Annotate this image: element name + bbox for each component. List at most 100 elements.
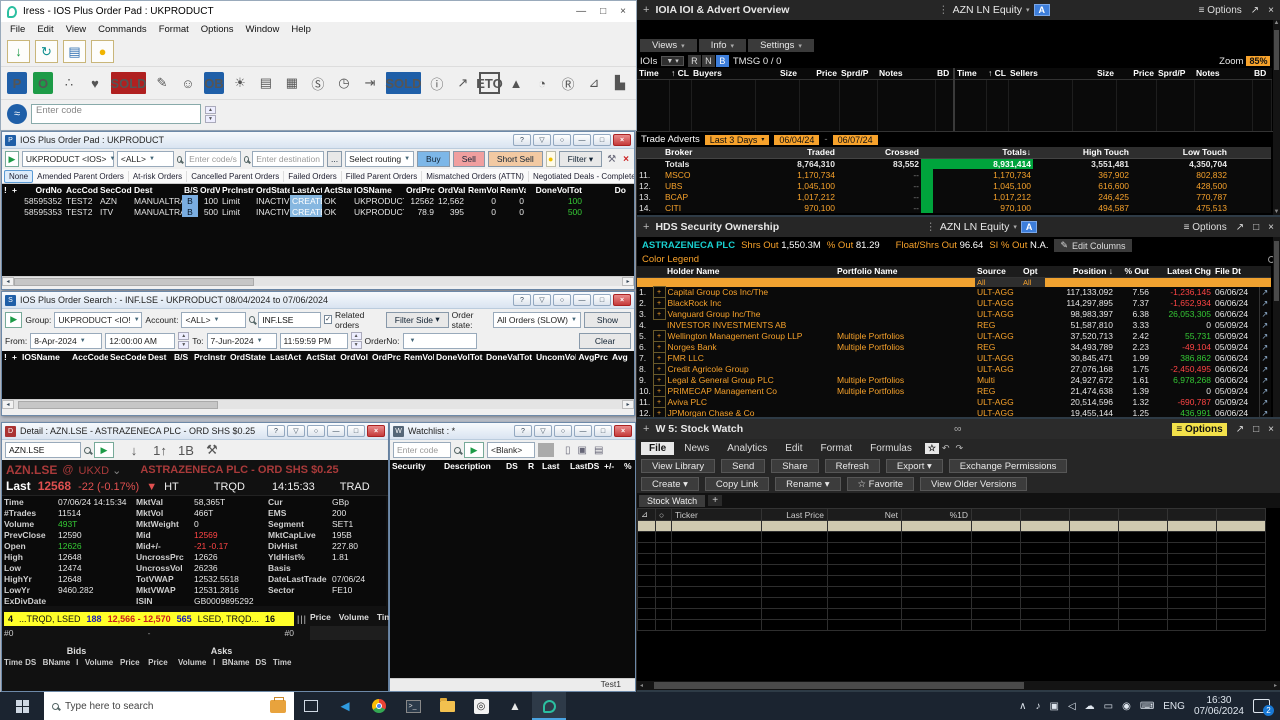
quote-strip[interactable]: 4 ...TRQD, LSED 188 12,566 - 12,570 565 …	[4, 612, 294, 626]
shade-button[interactable]: ▽	[534, 425, 552, 437]
clock-icon[interactable]: ◔	[532, 72, 552, 94]
tab[interactable]: Negotiated Deals - Completed	[529, 171, 634, 182]
tools-icon[interactable]: ⚒	[202, 439, 222, 461]
help-button[interactable]: ?	[513, 294, 531, 306]
buy-button[interactable]: Buy	[417, 151, 450, 167]
from-time-input[interactable]: 12:00:00 AM	[105, 332, 176, 349]
action-button[interactable]: Exchange Permissions	[948, 459, 1068, 473]
contacts-icon[interactable]: ☺	[178, 72, 198, 94]
screenshare-icon[interactable]: ▣	[1049, 701, 1058, 712]
new-list-icon[interactable]: ▯	[565, 445, 571, 456]
watch-icon[interactable]: ◷	[334, 72, 354, 94]
iress-spiral-icon[interactable]: Ⓢ	[308, 72, 328, 94]
minimize-button[interactable]: —	[574, 425, 592, 437]
from-time-stepper[interactable]: ▲ ▼	[178, 332, 190, 349]
expand-icon[interactable]: ↗	[1236, 222, 1244, 233]
detail-grid-row[interactable]: High 12648 UncrossPrc 12626 YldHist% 1.81	[2, 551, 386, 562]
action-button[interactable]: View Older Versions	[919, 477, 1028, 491]
range-select[interactable]: Last 3 Days ▾	[704, 134, 770, 145]
maximize-button[interactable]: □	[347, 425, 365, 437]
code-stepper[interactable]: ▲ ▼	[205, 105, 216, 123]
action-button[interactable]: Rename ▾	[775, 477, 841, 491]
move-icon[interactable]: +	[643, 221, 649, 233]
display-icon[interactable]: ▭	[1104, 701, 1113, 712]
task-view-button[interactable]	[294, 692, 328, 720]
help-button[interactable]: ?	[513, 134, 531, 146]
close-button[interactable]: ×	[613, 294, 631, 306]
action-button[interactable]: Share	[771, 459, 819, 473]
minimize-button[interactable]: —	[576, 6, 586, 17]
order-state-select[interactable]: All Orders (SLOW) ▼	[493, 311, 581, 328]
code-input[interactable]: Enter code	[31, 104, 201, 124]
to-date[interactable]: 06/07/24	[832, 134, 878, 145]
pin-button[interactable]: ○	[553, 294, 571, 306]
detail-grid-row[interactable]: ExDivDate ISIN GB0009895292	[2, 595, 386, 606]
run-button[interactable]: ▶	[5, 151, 19, 167]
minimize-button[interactable]: —	[327, 425, 345, 437]
start-button[interactable]	[0, 692, 44, 720]
menu-file[interactable]: File	[641, 441, 675, 455]
tab[interactable]: Filled Parent Orders	[342, 170, 423, 182]
menu-item[interactable]: Edit	[32, 23, 58, 36]
menu-analytics[interactable]: Analytics	[719, 442, 775, 455]
menu-item[interactable]: Commands	[93, 23, 152, 36]
ioia-vscrollbar[interactable]: ▲ ▼	[1273, 20, 1280, 215]
holder-row[interactable]: 4. INVESTOR INVESTMENTS AB REG 51,587,810 3.…	[637, 319, 1271, 331]
zoom-value[interactable]: 85%	[1246, 56, 1271, 66]
destination-input[interactable]: Enter destination	[252, 151, 324, 167]
filter-side-button[interactable]: Filter Side ▾	[385, 311, 449, 328]
language-indicator[interactable]: ENG	[1163, 701, 1185, 712]
bell-icon[interactable]: ●	[91, 40, 114, 63]
close-icon[interactable]: ×	[1268, 424, 1274, 435]
rnb-button[interactable]: R	[687, 55, 701, 67]
settings-button[interactable]: Settings ▾	[748, 39, 814, 52]
maximize-button[interactable]: □	[593, 134, 611, 146]
layout-icon[interactable]: ▤	[63, 40, 86, 63]
close-icon[interactable]: ×	[1268, 5, 1274, 16]
minimize-button[interactable]: —	[573, 294, 591, 306]
code-input[interactable]: Enter code/s	[185, 151, 241, 167]
vscode-icon[interactable]: ◄	[328, 692, 362, 720]
info-button[interactable]: Info ▾	[698, 39, 747, 52]
action-button[interactable]: Export ▾	[885, 459, 943, 473]
close-icon[interactable]: ×	[1268, 222, 1274, 233]
watchlist-select[interactable]: <Blank>	[487, 442, 535, 458]
security-field[interactable]: AZN LN Equity	[940, 221, 1009, 233]
detail-grid-row[interactable]: Volume 493T MktWeight 0 Segment SET1	[2, 518, 386, 529]
broker-row[interactable]: 14. CITI 970,100 -- 970,100 494,587 475,513	[637, 202, 1271, 213]
taskbar-search[interactable]: Type here to search	[44, 692, 294, 720]
menu-formulas[interactable]: Formulas	[862, 442, 920, 455]
hds-vscrollbar[interactable]	[1273, 237, 1280, 417]
close-button[interactable]: ×	[620, 6, 626, 17]
chart-icon[interactable]: ⊿	[637, 508, 656, 521]
security-input[interactable]: INF.LSE	[258, 311, 322, 328]
search-icon[interactable]	[176, 155, 183, 163]
column-header[interactable]: Price	[310, 612, 331, 622]
detail-grid-row[interactable]: HighYr 12648 TotVWAP 12532.5518 DateLastTrad…	[2, 573, 386, 584]
code-input[interactable]: AZN.LSE	[5, 442, 81, 458]
from-date[interactable]: 06/04/24	[774, 134, 820, 145]
undo-icon[interactable]: ↶	[939, 443, 953, 454]
security-dropdown-icon[interactable]: ▾	[1013, 223, 1017, 231]
sold-sign-icon[interactable]: SOLD	[110, 72, 147, 94]
tab[interactable]: Mismatched Orders (ATTN)	[422, 170, 529, 182]
close-button[interactable]: ×	[614, 425, 632, 437]
to-date-select[interactable]: 7-Jun-2024 ▼	[206, 332, 277, 349]
file-explorer-icon[interactable]	[430, 692, 464, 720]
ideas-icon[interactable]: ☀	[230, 72, 250, 94]
holder-row[interactable]: 5. + Wellington Management Group LLP Multip…	[637, 330, 1271, 342]
tab[interactable]: Cancelled Parent Orders	[187, 170, 285, 182]
market-icon[interactable]: ▙	[610, 72, 630, 94]
action-button[interactable]: ☆ Favorite	[846, 477, 914, 491]
depth-one-icon[interactable]: 1↑	[150, 439, 170, 461]
radio-icon[interactable]: ○	[655, 508, 672, 521]
refresh-icon[interactable]: ↻	[35, 40, 58, 63]
broker-row[interactable]: 12. UBS 1,045,100 -- 1,045,100 616,600 428,500	[637, 180, 1271, 191]
menu-item[interactable]: Options	[196, 23, 239, 36]
notes-icon[interactable]: ✎	[152, 72, 172, 94]
broker-one-icon[interactable]: 1B	[176, 439, 196, 461]
account-select[interactable]: <ALL> ▼	[181, 311, 246, 328]
volume-icon[interactable]: ◁	[1068, 701, 1076, 712]
menu-news[interactable]: News	[676, 442, 717, 455]
detail-grid-row[interactable]: #Trades 11514 MktVol 466T EMS 200	[2, 507, 386, 518]
